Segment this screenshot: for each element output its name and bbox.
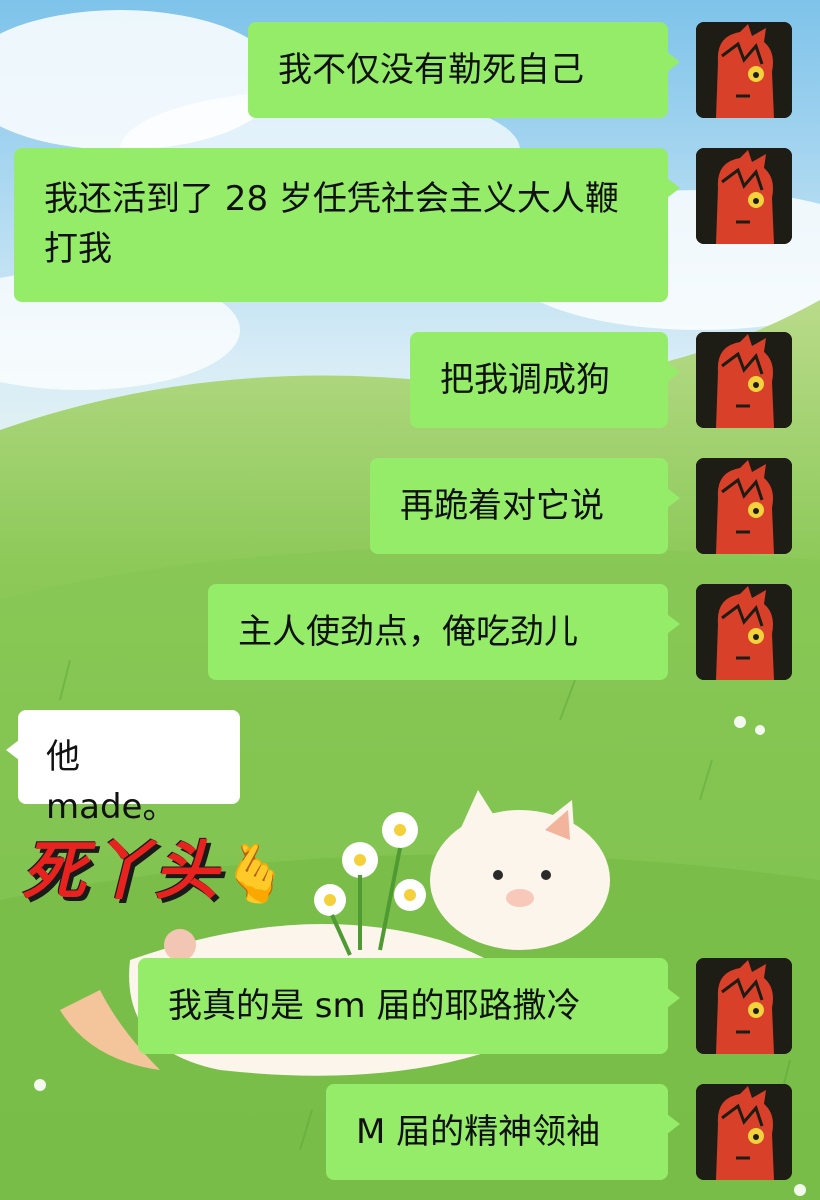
bubble-tail [667, 1114, 680, 1134]
chat-message-outgoing[interactable]: 我还活到了 28 岁任凭社会主义大人鞭打我 [14, 148, 680, 302]
red-creature-avatar-icon [696, 1084, 792, 1180]
avatar[interactable] [696, 148, 792, 244]
message-text: 我真的是 sm 届的耶路撒冷 [168, 986, 581, 1026]
red-creature-avatar-icon [696, 584, 792, 680]
message-text: M 届的精神领袖 [356, 1112, 601, 1152]
message-text: 主人使劲点，俺吃劲儿 [238, 612, 578, 652]
chat-message-outgoing[interactable]: 把我调成狗 [410, 332, 680, 428]
avatar[interactable] [696, 332, 792, 428]
red-creature-avatar-icon [696, 958, 792, 1054]
avatar[interactable] [696, 22, 792, 118]
avatar[interactable] [696, 1084, 792, 1180]
sticker-text: 死丫头 [22, 834, 220, 909]
red-creature-avatar-icon [696, 332, 792, 428]
bubble-tail [667, 988, 680, 1008]
message-text: 再跪着对它说 [400, 486, 604, 526]
chat-message-outgoing[interactable]: 主人使劲点，俺吃劲儿 [208, 584, 680, 680]
chat-message-outgoing[interactable]: 再跪着对它说 [370, 458, 680, 554]
red-creature-avatar-icon [696, 458, 792, 554]
finger-heart-icon: 🫰 [220, 841, 292, 907]
message-text: 我不仅没有勒死自己 [278, 50, 584, 90]
chat-message-incoming[interactable]: 他 made。 [6, 710, 240, 827]
red-creature-avatar-icon [696, 22, 792, 118]
message-text: 他 made。 [46, 737, 177, 827]
red-creature-avatar-icon [696, 148, 792, 244]
message-text: 我还活到了 28 岁任凭社会主义大人鞭打我 [44, 179, 619, 269]
bubble-tail [6, 740, 19, 760]
avatar[interactable] [696, 958, 792, 1054]
chat-message-outgoing[interactable]: 我真的是 sm 届的耶路撒冷 [138, 958, 680, 1054]
bubble-tail [667, 52, 680, 72]
bubble-tail [667, 614, 680, 634]
chat-message-outgoing[interactable]: 我不仅没有勒死自己 [248, 22, 680, 118]
bubble-tail [667, 488, 680, 508]
bubble-tail [667, 178, 680, 198]
avatar[interactable] [696, 458, 792, 554]
chat-message-outgoing[interactable]: M 届的精神领袖 [326, 1084, 680, 1180]
bubble-tail [667, 362, 680, 382]
avatar[interactable] [696, 584, 792, 680]
text-sticker[interactable]: 死丫头🫰 [22, 820, 292, 912]
message-text: 把我调成狗 [440, 360, 610, 400]
